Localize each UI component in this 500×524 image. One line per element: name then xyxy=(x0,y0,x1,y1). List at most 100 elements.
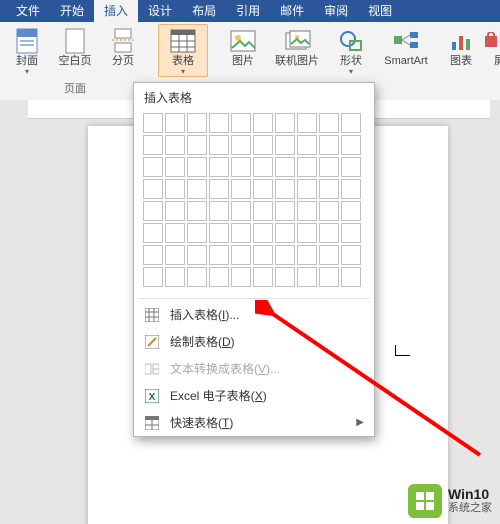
grid-cell[interactable] xyxy=(275,113,295,133)
grid-cell[interactable] xyxy=(275,267,295,287)
grid-cell[interactable] xyxy=(209,157,229,177)
tab-design[interactable]: 设计 xyxy=(138,0,182,22)
grid-cell[interactable] xyxy=(209,201,229,221)
grid-cell[interactable] xyxy=(275,135,295,155)
grid-cell[interactable] xyxy=(319,245,339,265)
grid-cell[interactable] xyxy=(253,179,273,199)
grid-cell[interactable] xyxy=(143,135,163,155)
grid-cell[interactable] xyxy=(231,157,251,177)
grid-cell[interactable] xyxy=(297,135,317,155)
grid-cell[interactable] xyxy=(297,157,317,177)
tab-review[interactable]: 审阅 xyxy=(314,0,358,22)
grid-cell[interactable] xyxy=(165,245,185,265)
grid-cell[interactable] xyxy=(253,135,273,155)
grid-cell[interactable] xyxy=(143,201,163,221)
grid-cell[interactable] xyxy=(253,201,273,221)
grid-cell[interactable] xyxy=(341,267,361,287)
grid-cell[interactable] xyxy=(297,179,317,199)
grid-cell[interactable] xyxy=(341,157,361,177)
grid-cell[interactable] xyxy=(209,135,229,155)
grid-cell[interactable] xyxy=(187,223,207,243)
grid-cell[interactable] xyxy=(187,157,207,177)
grid-cell[interactable] xyxy=(165,201,185,221)
grid-cell[interactable] xyxy=(143,267,163,287)
tab-insert[interactable]: 插入 xyxy=(94,0,138,22)
menu-insert-table[interactable]: 插入表格(I)... xyxy=(134,301,374,328)
grid-cell[interactable] xyxy=(319,201,339,221)
grid-cell[interactable] xyxy=(165,179,185,199)
grid-cell[interactable] xyxy=(165,157,185,177)
tab-home[interactable]: 开始 xyxy=(50,0,94,22)
grid-cell[interactable] xyxy=(209,223,229,243)
store-icon[interactable] xyxy=(484,32,498,48)
grid-cell[interactable] xyxy=(209,245,229,265)
grid-cell[interactable] xyxy=(231,223,251,243)
picture-button[interactable]: 图片 xyxy=(220,24,266,77)
grid-cell[interactable] xyxy=(297,113,317,133)
grid-cell[interactable] xyxy=(253,267,273,287)
grid-cell[interactable] xyxy=(165,113,185,133)
grid-cell[interactable] xyxy=(231,201,251,221)
grid-cell[interactable] xyxy=(143,179,163,199)
grid-cell[interactable] xyxy=(209,113,229,133)
grid-cell[interactable] xyxy=(319,157,339,177)
grid-cell[interactable] xyxy=(297,223,317,243)
grid-cell[interactable] xyxy=(231,179,251,199)
grid-cell[interactable] xyxy=(231,113,251,133)
menu-quick-tables[interactable]: 快速表格(T) ▶ xyxy=(134,409,374,436)
shapes-button[interactable]: 形状 ▾ xyxy=(328,24,374,77)
grid-cell[interactable] xyxy=(143,157,163,177)
tab-mailings[interactable]: 邮件 xyxy=(270,0,314,22)
grid-cell[interactable] xyxy=(231,135,251,155)
grid-cell[interactable] xyxy=(253,157,273,177)
grid-cell[interactable] xyxy=(187,267,207,287)
grid-cell[interactable] xyxy=(143,223,163,243)
chart-button[interactable]: 图表 xyxy=(438,24,484,77)
grid-cell[interactable] xyxy=(275,223,295,243)
page-break-button[interactable]: 分页 xyxy=(100,24,146,77)
tab-file[interactable]: 文件 xyxy=(6,0,50,22)
grid-cell[interactable] xyxy=(341,135,361,155)
grid-cell[interactable] xyxy=(341,223,361,243)
grid-cell[interactable] xyxy=(209,267,229,287)
grid-cell[interactable] xyxy=(275,179,295,199)
blank-page-button[interactable]: 空白页 xyxy=(52,24,98,77)
grid-cell[interactable] xyxy=(165,135,185,155)
grid-cell[interactable] xyxy=(319,113,339,133)
grid-cell[interactable] xyxy=(187,113,207,133)
grid-cell[interactable] xyxy=(231,245,251,265)
grid-cell[interactable] xyxy=(165,267,185,287)
grid-cell[interactable] xyxy=(253,223,273,243)
grid-cell[interactable] xyxy=(275,201,295,221)
grid-cell[interactable] xyxy=(253,245,273,265)
grid-cell[interactable] xyxy=(341,245,361,265)
grid-cell[interactable] xyxy=(253,113,273,133)
tab-view[interactable]: 视图 xyxy=(358,0,402,22)
grid-cell[interactable] xyxy=(341,201,361,221)
grid-cell[interactable] xyxy=(341,179,361,199)
grid-cell[interactable] xyxy=(319,179,339,199)
grid-cell[interactable] xyxy=(187,201,207,221)
cover-page-button[interactable]: 封面 ▾ xyxy=(4,24,50,77)
grid-cell[interactable] xyxy=(341,113,361,133)
grid-cell[interactable] xyxy=(165,223,185,243)
table-button[interactable]: 表格 ▾ xyxy=(158,24,208,77)
grid-cell[interactable] xyxy=(143,113,163,133)
grid-cell[interactable] xyxy=(297,245,317,265)
grid-cell[interactable] xyxy=(187,245,207,265)
online-picture-button[interactable]: 联机图片 xyxy=(268,24,326,77)
tab-references[interactable]: 引用 xyxy=(226,0,270,22)
menu-excel-spreadsheet[interactable]: X Excel 电子表格(X) xyxy=(134,382,374,409)
grid-cell[interactable] xyxy=(187,179,207,199)
grid-cell[interactable] xyxy=(319,223,339,243)
grid-cell[interactable] xyxy=(209,179,229,199)
grid-cell[interactable] xyxy=(187,135,207,155)
grid-cell[interactable] xyxy=(143,245,163,265)
grid-cell[interactable] xyxy=(319,267,339,287)
grid-cell[interactable] xyxy=(297,267,317,287)
smartart-button[interactable]: SmartArt xyxy=(376,24,436,77)
menu-draw-table[interactable]: 绘制表格(D) xyxy=(134,328,374,355)
grid-cell[interactable] xyxy=(275,245,295,265)
grid-cell[interactable] xyxy=(297,201,317,221)
tab-layout[interactable]: 布局 xyxy=(182,0,226,22)
